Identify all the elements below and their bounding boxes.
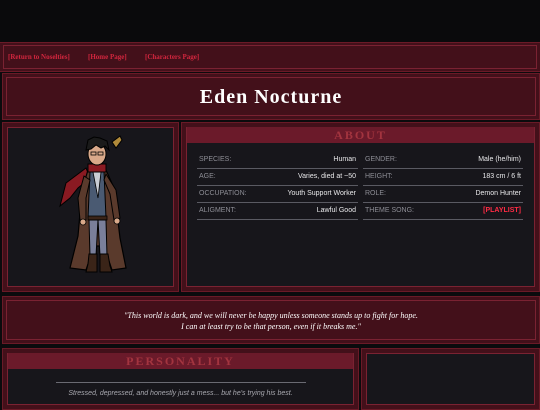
about-row-role: ROLE: Demon Hunter	[363, 186, 523, 203]
side-panel-body	[366, 353, 535, 405]
personality-text: Stressed, depressed, and honestly just a…	[68, 390, 293, 397]
nav-link-home[interactable]: [Home Page]	[88, 53, 127, 61]
row-label: ALIGMENT:	[199, 207, 236, 214]
character-image-frame	[7, 127, 174, 287]
row-value: Male (he/him)	[478, 156, 521, 163]
row-value: 183 cm / 6 ft	[482, 173, 521, 180]
personality-heading: PERSONALITY	[8, 353, 353, 369]
quote-line-2: I can at least try to be that person, ev…	[181, 322, 361, 331]
row-label: SPECIES:	[199, 156, 232, 163]
about-heading: ABOUT	[187, 127, 534, 143]
divider	[56, 382, 306, 383]
character-image-panel	[2, 122, 179, 292]
about-row-theme-song: THEME SONG: [PLAYLIST]	[363, 203, 523, 220]
top-black-bar	[0, 0, 540, 42]
title-box: Eden Nocturne	[2, 73, 540, 120]
nav-bar: [Return to Noselties] [Home Page] [Chara…	[0, 42, 540, 72]
row-label: HEIGHT:	[365, 173, 393, 180]
nav-link-return[interactable]: [Return to Noselties]	[8, 53, 70, 61]
nav-bar-inner	[3, 45, 537, 69]
row-value: Lawful Good	[316, 207, 356, 214]
nav-link-characters[interactable]: [Characters Page]	[145, 53, 199, 61]
about-row-species: SPECIES: Human	[197, 152, 358, 169]
about-row-gender: GENDER: Male (he/him)	[363, 152, 523, 169]
quote-box-inner	[6, 300, 536, 340]
quote-line-1: "This world is dark, and we will never b…	[124, 311, 418, 320]
about-row-height: HEIGHT: 183 cm / 6 ft	[363, 169, 523, 186]
row-label: ROLE:	[365, 190, 387, 197]
row-value: Demon Hunter	[475, 190, 521, 197]
row-label: THEME SONG:	[365, 207, 415, 214]
row-label: AGE:	[199, 173, 216, 180]
row-value: Human	[333, 156, 356, 163]
side-panel	[361, 348, 540, 410]
page-title: Eden Nocturne	[199, 86, 343, 108]
character-illustration	[59, 135, 127, 273]
playlist-link[interactable]: [PLAYLIST]	[483, 203, 521, 219]
about-panel: ABOUT SPECIES: Human GENDER: Male (he/hi…	[181, 122, 540, 292]
row-value: Youth Support Worker	[287, 190, 357, 197]
about-row-age: AGE: Varies, died at ~50	[197, 169, 358, 186]
quote-box: "This world is dark, and we will never b…	[2, 296, 540, 344]
row-value: Varies, died at ~50	[297, 173, 356, 180]
about-row-alignment: ALIGMENT: Lawful Good	[197, 203, 358, 220]
row-label: OCCUPATION:	[199, 190, 247, 197]
row-label: GENDER:	[365, 156, 397, 163]
personality-panel: PERSONALITY Stressed, depressed, and hon…	[2, 348, 359, 410]
about-row-occupation: OCCUPATION: Youth Support Worker	[197, 186, 358, 203]
